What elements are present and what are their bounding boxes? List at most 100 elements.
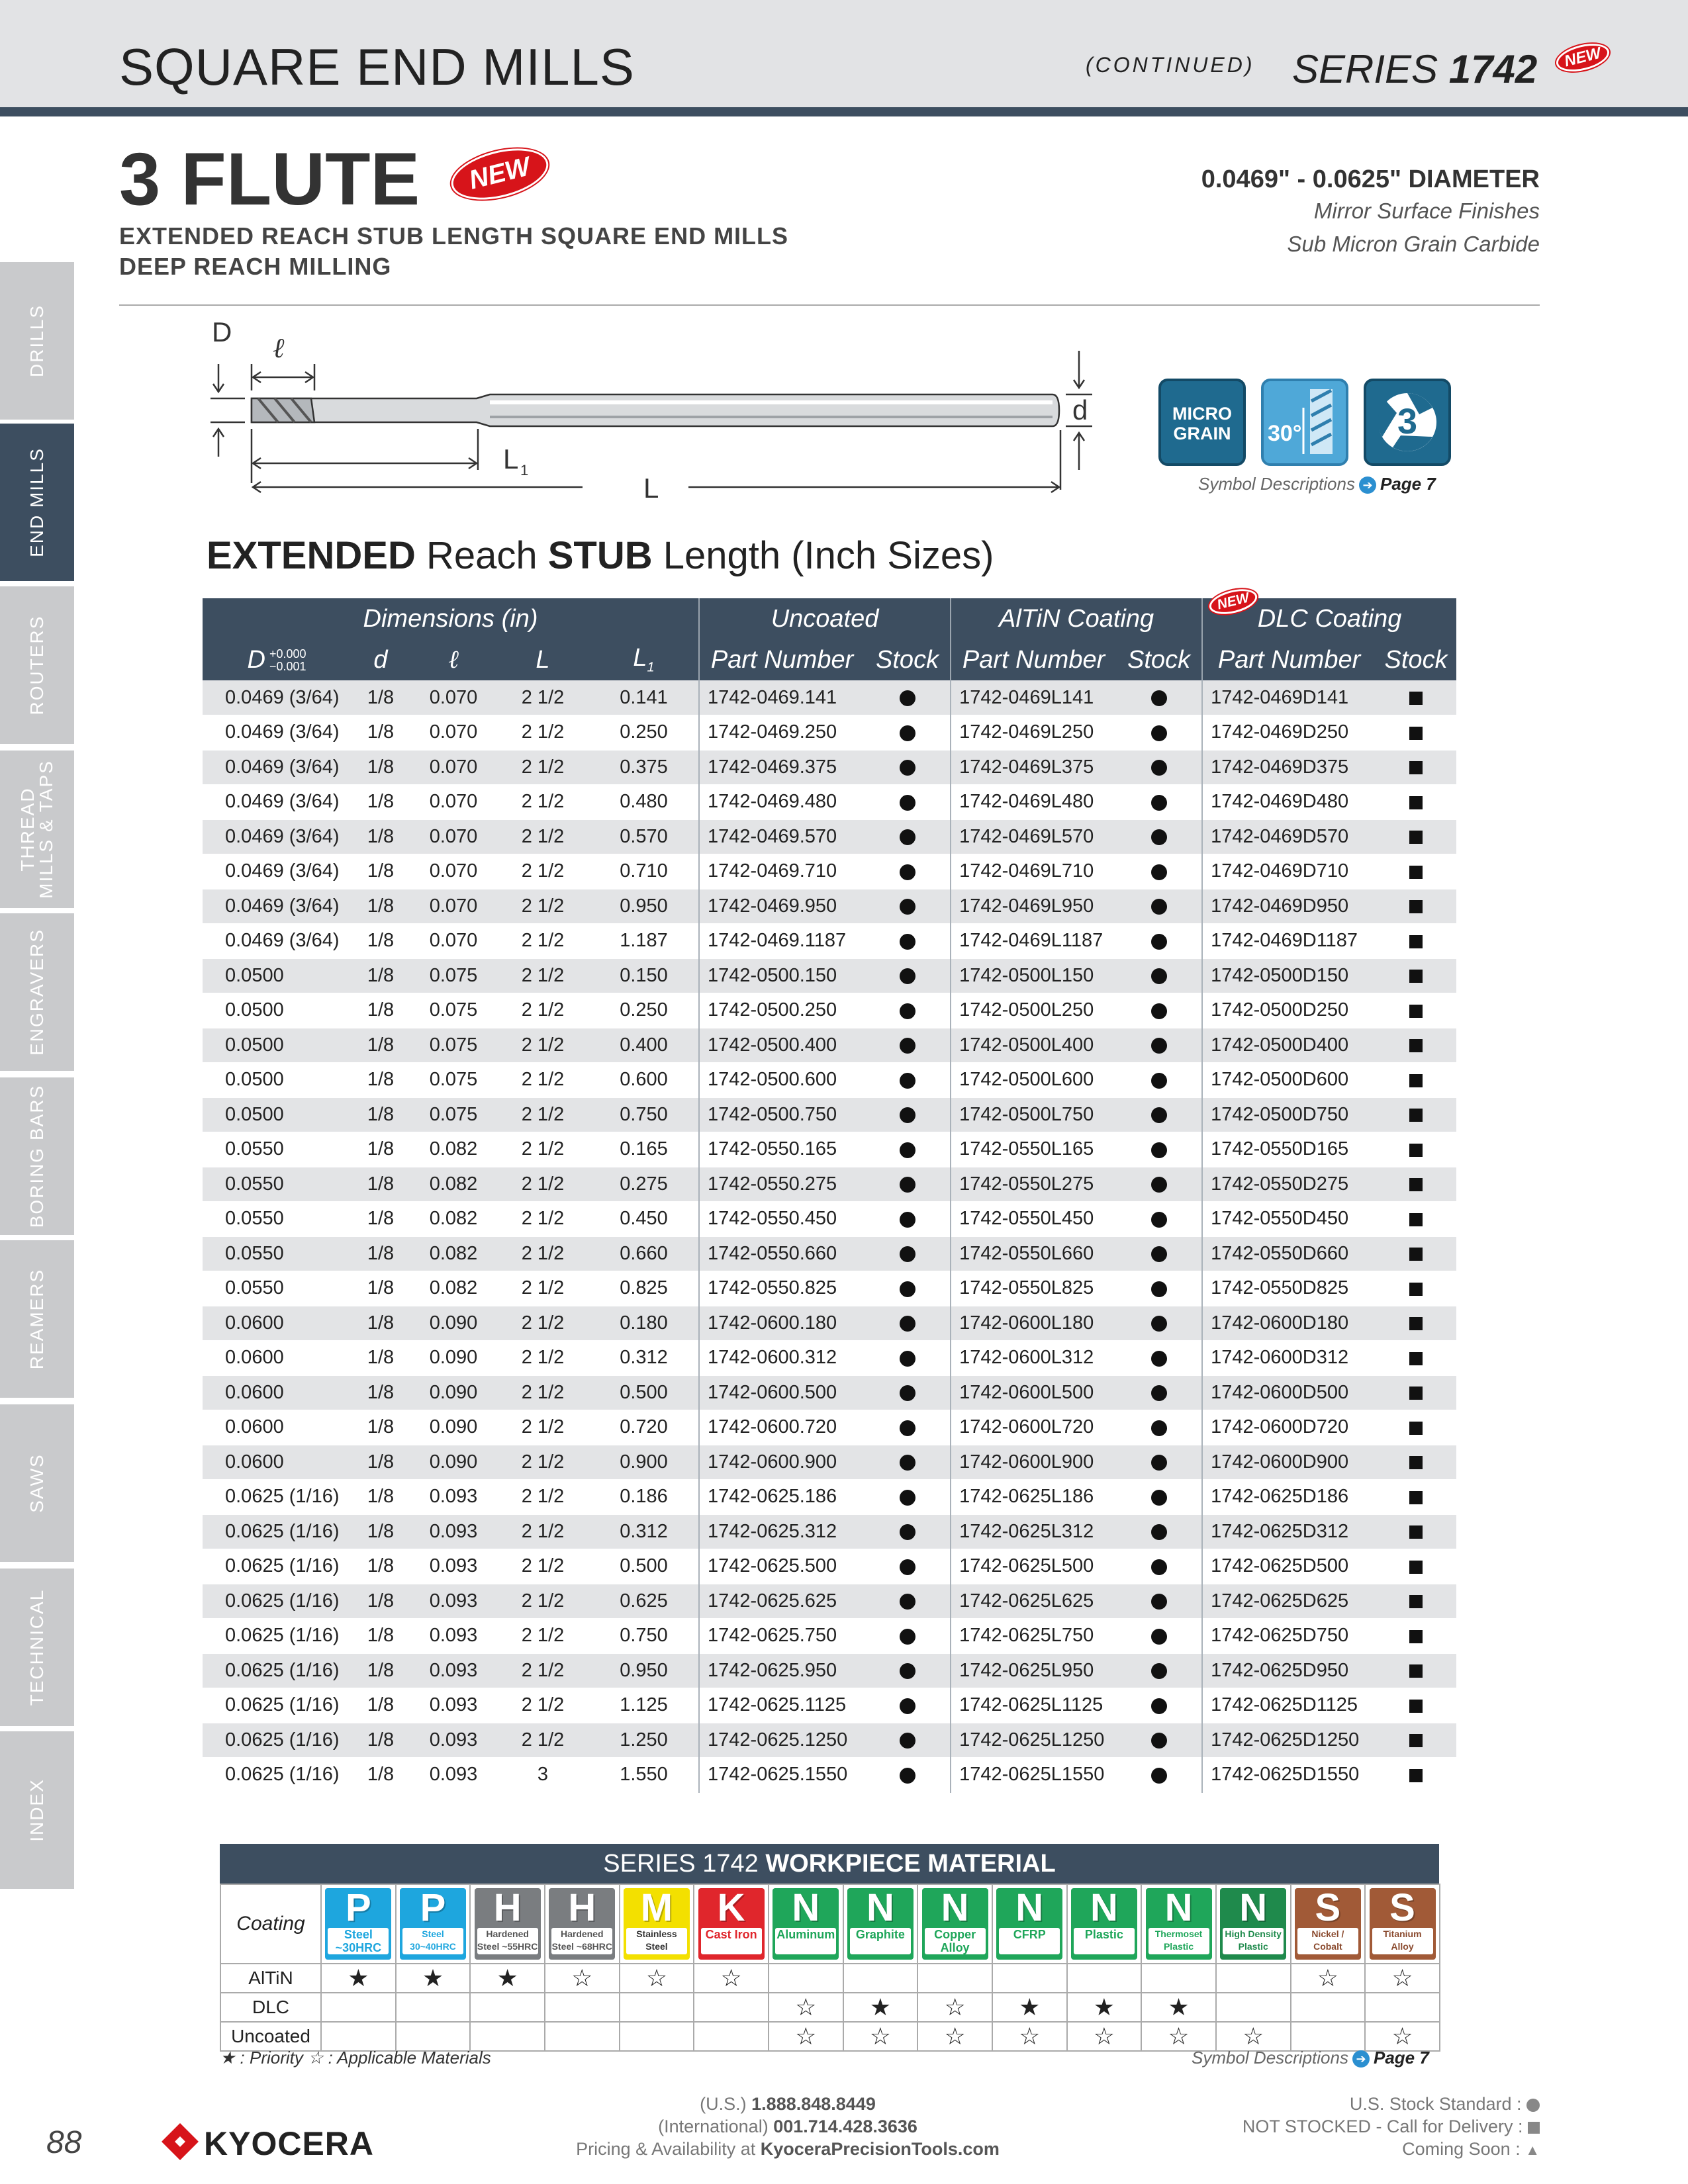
sidebar-tab[interactable]: REAMERS [0, 1240, 74, 1402]
cell-diameter: 0.0600 [203, 1410, 351, 1445]
cell-shank: 1/8 [351, 1236, 410, 1271]
cell-altin-stock [1116, 1167, 1203, 1202]
cell-loc: 0.093 [410, 1688, 496, 1723]
col-L1-sub: 1 [647, 660, 655, 675]
in-stock-icon [1150, 1385, 1167, 1402]
not-stocked-label: NOT STOCKED - Call for Delivery : [1242, 2116, 1523, 2136]
cell-dlc-part: 1742-0500D150 [1201, 958, 1376, 993]
cell-loc: 0.090 [410, 1445, 496, 1480]
cell-altin-part: 1742-0500L600 [950, 1062, 1117, 1098]
cell-shank: 1/8 [351, 1584, 410, 1619]
cell-loc: 0.082 [410, 1167, 496, 1202]
cell-uncoated-stock [865, 1514, 951, 1549]
cell-reach: 0.375 [589, 750, 700, 785]
cell-altin-stock [1116, 1201, 1203, 1237]
material-letter: S [1315, 1886, 1341, 1929]
cell-reach: 0.312 [589, 1514, 700, 1549]
material-header-row: Coating P Steel ~30HRC P Steel 30~40HRC H Hard… [220, 1884, 1440, 1964]
table-row: 0.0625 (1/16) 1/8 0.093 2 1/2 0.950 1742-0625… [203, 1653, 1457, 1688]
sidebar-tab[interactable]: INDEX [0, 1731, 74, 1893]
cell-dlc-part: 1742-0469D480 [1201, 784, 1376, 820]
series-label: SERIES 1742 [1292, 46, 1537, 92]
table-row: 0.0625 (1/16) 1/8 0.093 2 1/2 0.500 1742-0625… [203, 1549, 1457, 1584]
not-stocked-icon [1409, 1560, 1423, 1574]
not-stocked-icon [1409, 1768, 1423, 1782]
cell-dlc-part: 1742-0625D1550 [1201, 1757, 1376, 1793]
material-badge: S Titanium Alloy [1369, 1888, 1436, 1960]
cell-uncoated-stock [865, 1653, 951, 1688]
sidebar-tab[interactable]: BORING BARS [0, 1077, 74, 1239]
cell-dlc-stock [1376, 1653, 1457, 1688]
cell-altin-part: 1742-0469L950 [950, 889, 1117, 924]
workpiece-title-prefix: SERIES 1742 [603, 1850, 766, 1878]
material-label: Steel ~30HRC [328, 1928, 389, 1954]
cell-dlc-stock [1376, 1306, 1457, 1341]
cell-uncoated-stock [865, 854, 951, 889]
col-D-tol-plus: +0.000 [269, 647, 306, 661]
material-cell: N Plastic [1066, 1884, 1143, 1964]
in-stock-icon [1150, 1350, 1167, 1367]
rating-cell [1215, 1963, 1291, 1993]
cell-reach: 0.480 [589, 784, 700, 820]
cell-reach: 0.625 [589, 1584, 700, 1619]
cell-oal: 2 1/2 [496, 1236, 589, 1271]
cell-uncoated-part: 1742-0625.1550 [698, 1757, 865, 1793]
material-badge: H Hardened Steel ~55HRC [474, 1888, 541, 1960]
rating-cell [469, 2021, 545, 2052]
sidebar-tab[interactable]: END MILLS [0, 424, 74, 585]
cell-dlc-stock [1376, 680, 1457, 715]
sidebar-tab[interactable]: DRILLS [0, 262, 74, 424]
in-stock-icon [899, 1663, 915, 1680]
cell-diameter: 0.0500 [203, 1062, 351, 1098]
cell-uncoated-stock [865, 750, 951, 785]
sidebar-tab[interactable]: ENGRAVERS [0, 913, 74, 1075]
in-stock-icon [1150, 1142, 1167, 1158]
cell-loc: 0.075 [410, 1028, 496, 1063]
cell-loc: 0.075 [410, 958, 496, 993]
website-link[interactable]: KyoceraPrecisionTools.com [761, 2139, 1000, 2159]
cell-dlc-stock [1376, 750, 1457, 785]
in-stock-icon [899, 1594, 915, 1610]
cell-reach: 0.825 [589, 1271, 700, 1306]
cell-altin-part: 1742-0550L825 [950, 1271, 1117, 1306]
not-stocked-icon [1409, 1490, 1423, 1504]
rating-cell [395, 1992, 471, 2023]
cell-altin-stock [1116, 1132, 1203, 1167]
cell-dlc-stock [1376, 1097, 1457, 1132]
workpiece-symbol-description-link[interactable]: Symbol Descriptions ➔ Page 7 [1192, 2048, 1429, 2068]
cell-altin-part: 1742-0550L165 [950, 1132, 1117, 1167]
cell-altin-stock [1116, 1062, 1203, 1098]
cell-uncoated-part: 1742-0500.150 [698, 958, 865, 993]
cell-loc: 0.093 [410, 1549, 496, 1584]
cell-uncoated-part: 1742-0469.480 [698, 784, 865, 820]
not-stocked-icon [1409, 1525, 1423, 1539]
page-number: 88 [46, 2125, 82, 2160]
cell-uncoated-part: 1742-0469.250 [698, 715, 865, 751]
sidebar-tab[interactable]: ROUTERS [0, 586, 74, 748]
not-stocked-icon [1409, 1178, 1423, 1192]
cell-altin-stock [1116, 750, 1203, 785]
material-cell: S Nickel / Cobalt [1289, 1884, 1366, 1964]
cell-reach: 0.900 [589, 1445, 700, 1480]
material-label: Thermoset Plastic [1148, 1928, 1209, 1954]
col-l: ℓ [410, 639, 496, 680]
rating-cell [917, 1963, 993, 1993]
cell-oal: 2 1/2 [496, 1201, 589, 1237]
cell-altin-stock [1116, 1445, 1203, 1480]
sidebar-tab[interactable]: THREAD MILLS & TAPS [0, 751, 74, 912]
sidebar-tab[interactable]: SAWS [0, 1404, 74, 1566]
in-stock-icon [899, 1003, 915, 1019]
cell-oal: 2 1/2 [496, 993, 589, 1028]
cell-dlc-stock [1376, 715, 1457, 751]
coating-label: Coating [220, 1884, 322, 1964]
us-phone-label: (U.S.) [700, 2094, 752, 2114]
table-title-extended: EXTENDED [207, 534, 416, 577]
symbol-description-link[interactable]: Symbol Descriptions ➔ Page 7 [1198, 474, 1436, 494]
kyocera-logo-text: KYOCERA [204, 2125, 375, 2162]
contact-info: (U.S.) 1.888.848.8449 (International) 00… [463, 2093, 1112, 2160]
cell-uncoated-part: 1742-0469.141 [698, 680, 865, 715]
sidebar-tab[interactable]: TECHNICAL [0, 1569, 74, 1730]
cell-dlc-part: 1742-0500D600 [1201, 1062, 1376, 1098]
material-badge: N Thermoset Plastic [1145, 1888, 1212, 1960]
rating-cell: ★ [842, 1992, 919, 2023]
